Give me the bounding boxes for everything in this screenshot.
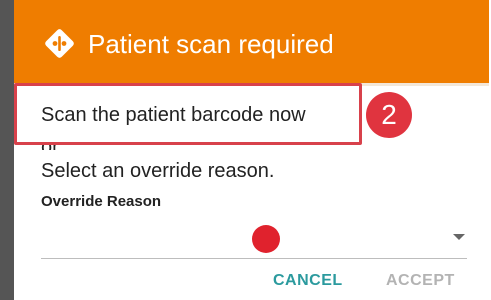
scan-highlight-box — [14, 83, 362, 145]
window-edge — [0, 0, 14, 300]
accept-button[interactable]: ACCEPT — [386, 270, 455, 292]
dialog-title: Patient scan required — [88, 29, 334, 59]
dropdown-arrow-icon[interactable] — [453, 234, 465, 240]
override-reason-label: Override Reason — [41, 193, 162, 210]
diamond-alert-icon — [45, 29, 74, 58]
cancel-button[interactable]: CANCEL — [273, 270, 343, 292]
red-dot-marker — [252, 225, 280, 253]
screenshot-frame: Patient scan required Scan the patient b… — [0, 0, 491, 300]
patient-scan-dialog: Patient scan required Scan the patient b… — [14, 0, 489, 300]
dialog-header: Patient scan required — [14, 0, 489, 86]
override-prompt: Select an override reason. — [41, 160, 275, 182]
step-number-badge: 2 — [366, 92, 412, 138]
override-reason-select[interactable] — [41, 218, 467, 259]
